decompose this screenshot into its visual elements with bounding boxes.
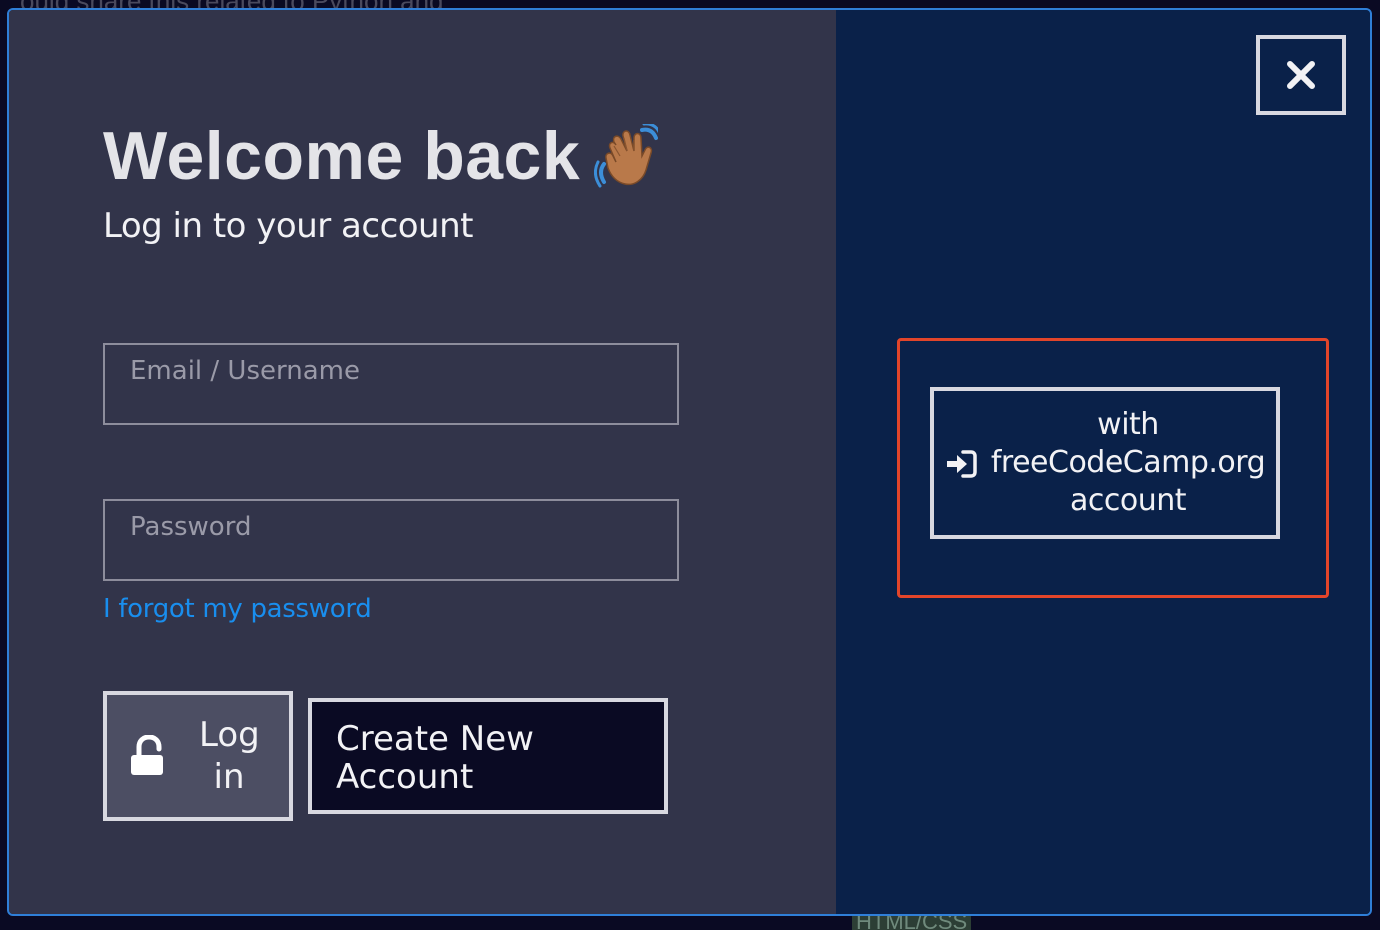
email-username-input[interactable]: [105, 345, 677, 423]
close-button[interactable]: [1256, 35, 1346, 115]
create-label-line1: Create New: [336, 719, 534, 759]
freecodecamp-signin-label: with freeCodeCamp.org account: [990, 406, 1266, 520]
login-button-label: Log in: [199, 714, 260, 798]
login-button[interactable]: Log in: [103, 691, 293, 821]
login-label-line2: in: [213, 757, 245, 797]
login-modal: Welcome back Log in to your account Emai…: [7, 8, 1372, 916]
oauth-panel: with freeCodeCamp.org account: [836, 10, 1370, 914]
freecodecamp-signin-button[interactable]: with freeCodeCamp.org account: [930, 387, 1280, 539]
password-input[interactable]: [105, 501, 677, 579]
create-account-button[interactable]: Create New Account: [308, 698, 668, 814]
sign-in-icon: [946, 450, 977, 478]
create-account-label: Create New Account: [336, 720, 566, 796]
title-row: Welcome back: [103, 116, 662, 196]
fcc-label-line1: with: [1097, 407, 1159, 442]
password-field-container: [103, 499, 679, 581]
fcc-label-line2: freeCodeCamp.org: [990, 445, 1266, 480]
page-title: Welcome back: [103, 118, 581, 194]
freecodecamp-signin-content: with freeCodeCamp.org account: [945, 406, 1266, 520]
email-field-container: [103, 343, 679, 425]
unlock-icon: [129, 734, 169, 777]
create-label-line2: Account: [336, 757, 474, 797]
page-subtitle: Log in to your account: [103, 206, 474, 246]
fcc-label-line3: account: [1069, 483, 1187, 518]
waving-hand-icon: [594, 122, 662, 188]
highlight-annotation: with freeCodeCamp.org account: [897, 338, 1329, 598]
forgot-password-link[interactable]: I forgot my password: [103, 594, 372, 624]
close-icon: [1287, 61, 1315, 89]
login-label-line1: Log: [199, 715, 260, 755]
login-form-panel: Welcome back Log in to your account Emai…: [9, 10, 836, 914]
